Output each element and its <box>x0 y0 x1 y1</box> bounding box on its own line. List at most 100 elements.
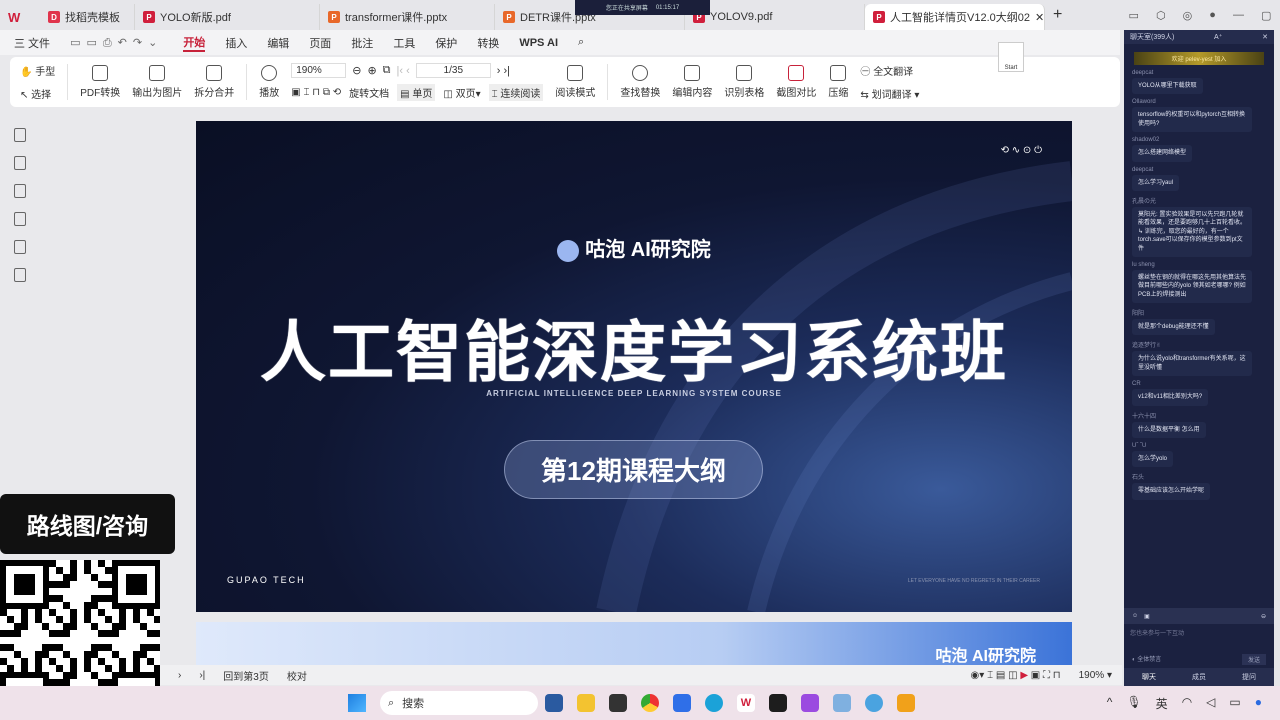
view-icons[interactable]: ▣ ⌶ ⊓ ⧉ ⟲ <box>291 87 341 98</box>
tab-2[interactable]: Ptransformer课件.pptx <box>320 4 495 30</box>
last-page-icon[interactable]: ›| <box>199 670 205 681</box>
first-page-icon[interactable]: |‹ ‹ <box>397 65 410 77</box>
meeting-icon[interactable] <box>865 694 883 712</box>
fit-icon[interactable]: ⧉ <box>383 64 391 77</box>
tab-5-active[interactable]: P 人工智能详情页V12.0大纲02 ✕ <box>865 4 1045 30</box>
new-tab-button[interactable]: + <box>1053 6 1062 24</box>
menu-tools[interactable]: 工具 <box>393 35 415 51</box>
close-icon[interactable]: ✕ <box>1035 11 1044 24</box>
pycharm-icon[interactable] <box>769 694 787 712</box>
close-icon[interactable]: ✕ <box>1262 33 1268 41</box>
select-tool[interactable]: ↖ 选择 <box>20 86 55 101</box>
edge-icon[interactable] <box>705 694 723 712</box>
file-explorer-icon[interactable] <box>577 694 595 712</box>
signature-icon[interactable] <box>14 240 26 254</box>
comment-icon[interactable] <box>14 184 26 198</box>
menu-annotate[interactable]: 批注 <box>351 35 373 51</box>
slide-title: 人工智能深度学习系统班 <box>260 315 1008 389</box>
bookmark-icon[interactable] <box>14 128 26 142</box>
feishu-icon[interactable] <box>673 694 691 712</box>
chat-header: 聊天室(399人) A⁺ ✕ <box>1124 30 1274 44</box>
zoom-select[interactable]: 190% <box>291 63 347 78</box>
tab-4[interactable]: P YOLOV9.pdf <box>685 4 865 30</box>
maximize-icon[interactable]: ▢ <box>1261 9 1271 22</box>
next-page-icon[interactable]: › <box>178 670 181 681</box>
microphone-icon[interactable]: 🎙 <box>1126 695 1141 712</box>
status-zoom[interactable]: 190% ▾ <box>1079 670 1112 681</box>
chevron-up-icon[interactable]: ^ <box>1107 695 1113 712</box>
live-icon[interactable] <box>897 694 915 712</box>
minimize-icon[interactable]: — <box>1233 9 1244 21</box>
chat-message: 怎么搭建网络模型 <box>1132 145 1193 162</box>
store-icon[interactable] <box>545 694 563 712</box>
paint-icon[interactable] <box>833 694 851 712</box>
proofread-button[interactable]: 校对 <box>287 668 307 683</box>
single-page-button[interactable]: ▤ 单页 <box>397 84 436 101</box>
terminal-icon[interactable] <box>609 694 627 712</box>
view-mode-icons[interactable]: ◉▾ ⌶ ▤ ◫ ▶ ▣ ⛶ ⊓ <box>971 670 1061 681</box>
menu-convert[interactable]: 转换 <box>477 35 499 51</box>
bell-icon[interactable]: ◎ <box>1183 9 1193 22</box>
battery-icon[interactable]: ▭ <box>1229 695 1240 712</box>
word-translate-button[interactable]: ⇆ 划词翻译 ▾ <box>860 86 919 101</box>
hand-tool[interactable]: ✋ 手型 <box>20 63 55 78</box>
play-button[interactable]: 播放 <box>259 65 279 99</box>
cube-icon[interactable]: ⬡ <box>1156 9 1166 22</box>
taskbar-search[interactable]: ⌕ 搜索 <box>380 691 538 715</box>
read-mode-button[interactable]: 阅读模式 <box>555 65 595 99</box>
thumbnail-icon[interactable] <box>14 156 26 170</box>
menu-insert[interactable]: 插入 <box>225 35 247 51</box>
menu-wps-ai[interactable]: WPS AI <box>519 37 558 49</box>
double-page-button[interactable]: ◫ 双页▾ <box>443 85 480 100</box>
split-merge-button[interactable]: 拆分合并 <box>194 65 234 99</box>
ime-indicator[interactable]: 英 <box>1156 695 1168 712</box>
quick-access-icons[interactable]: ▭▭⎙↶↷⌄ <box>70 36 163 50</box>
image-icon[interactable]: ▣ <box>1144 613 1150 620</box>
send-button[interactable]: 发送 <box>1241 654 1266 665</box>
tab-questions[interactable]: 提问 <box>1242 672 1256 682</box>
chat-input[interactable]: 您也来参与一下互动 <box>1124 628 1274 637</box>
emoji-icon[interactable]: ☺ <box>1132 613 1138 619</box>
compress-button[interactable]: 压缩 <box>828 65 848 99</box>
wps-icon[interactable]: W <box>737 694 755 712</box>
menu-page[interactable]: 页面 <box>309 35 331 51</box>
tab-chat[interactable]: 聊天 <box>1142 672 1156 682</box>
zoom-in-icon[interactable]: ⊕ <box>367 64 376 77</box>
export-image-button[interactable]: 输出为图片 <box>132 65 182 99</box>
find-replace-button[interactable]: 查找替换 <box>620 65 660 99</box>
font-size-button[interactable]: A⁺ <box>1214 33 1222 41</box>
minus-icon[interactable]: ⊖ <box>1261 613 1266 620</box>
attachment-icon[interactable] <box>14 212 26 226</box>
menu-file[interactable]: 三 文件 <box>14 35 50 51</box>
restore-icon[interactable]: ▭ <box>1129 9 1139 22</box>
menu-home[interactable]: 开始 <box>183 34 206 52</box>
layers-icon[interactable] <box>14 268 26 282</box>
screenshot-compare-button[interactable]: 截图对比 <box>776 65 816 99</box>
edit-content-button[interactable]: 编辑内容 <box>672 65 712 99</box>
zoom-out-icon[interactable]: ⊖ <box>352 64 361 77</box>
tab-members[interactable]: 成员 <box>1192 672 1206 682</box>
search-icon[interactable]: ⌕ <box>578 36 584 49</box>
tab-1[interactable]: P YOLO新版.pdf <box>135 4 320 30</box>
wps-logo[interactable]: W <box>0 4 40 30</box>
start-button[interactable] <box>348 694 366 712</box>
notification-bell-icon[interactable]: ● <box>1255 695 1262 712</box>
back-to-page-link[interactable]: 回到第3页 <box>223 668 269 683</box>
page-input[interactable]: 1/35 <box>415 63 491 78</box>
tab-0[interactable]: D 找稻壳模板 <box>40 4 135 30</box>
ocr-table-button[interactable]: 识别表格 <box>724 65 764 99</box>
wifi-icon[interactable]: ◠ <box>1182 695 1192 712</box>
chrome-icon[interactable] <box>641 694 659 712</box>
menu-edit[interactable]: 编辑 <box>267 35 289 51</box>
avatar[interactable]: ● <box>1209 9 1216 21</box>
rotate-button[interactable]: 旋转文档 <box>349 85 389 100</box>
mute-all-toggle[interactable]: ◐ 全体禁言 <box>1132 654 1161 665</box>
next-page-icon[interactable]: › ›| <box>497 65 510 77</box>
pdf-convert-button[interactable]: PDF转换 <box>80 65 120 99</box>
full-translate-button[interactable]: ㊀ 全文翻译 <box>860 63 919 78</box>
app-icon[interactable] <box>801 694 819 712</box>
scrollbar[interactable] <box>1274 30 1280 686</box>
menu-protect[interactable]: 保护 <box>435 35 457 51</box>
continuous-button[interactable]: ⌶ 连续阅读 <box>488 84 544 101</box>
volume-icon[interactable]: ◁ <box>1206 695 1215 712</box>
